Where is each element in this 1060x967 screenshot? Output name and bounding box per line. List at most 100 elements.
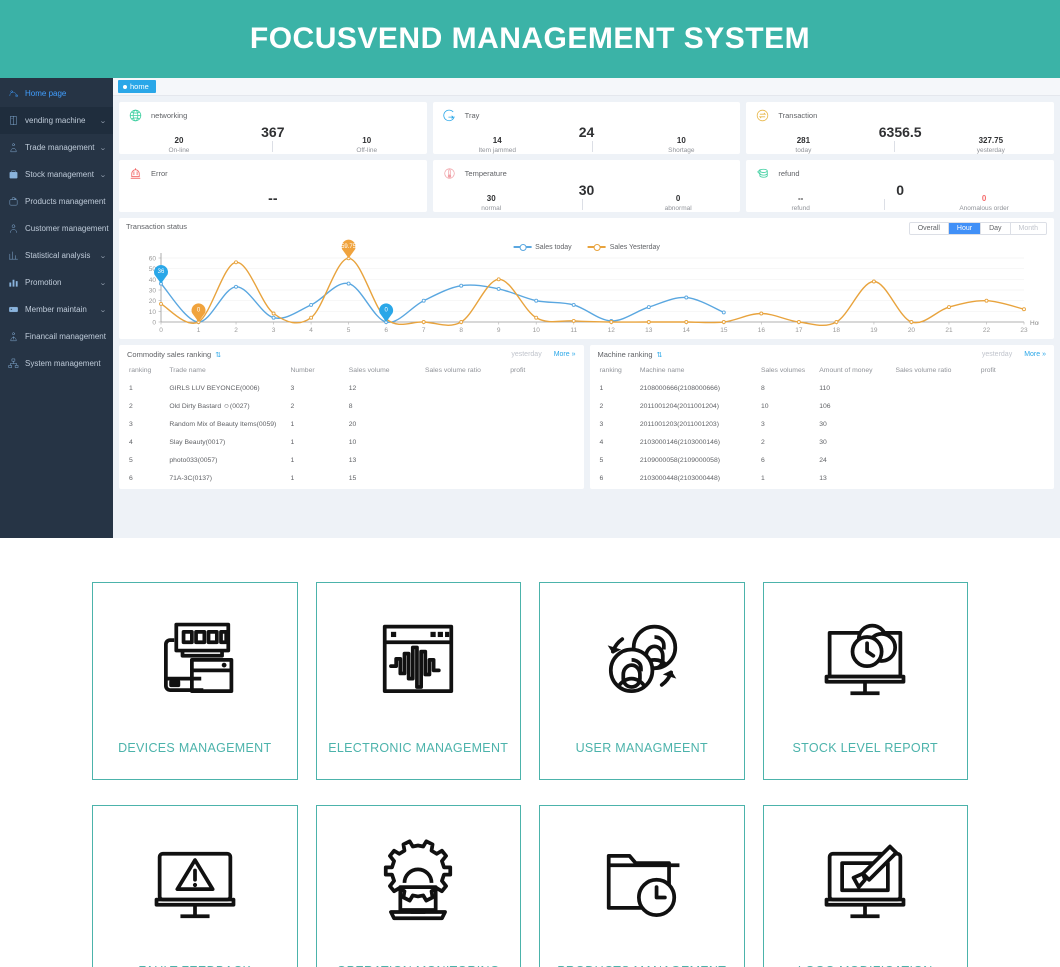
table-row[interactable]: 3 2011001203(2011001203) 3 30 — [598, 415, 1047, 433]
svg-text:11: 11 — [570, 327, 577, 334]
tile-caption: ELECTRONIC MANAGEMENT — [328, 741, 509, 755]
waveform-window-icon — [317, 583, 521, 741]
tile-operation-monitoring[interactable]: OPERATION MONITORING — [315, 805, 521, 967]
table-row[interactable]: 4 Slay Beauty(0017) 1 10 — [127, 433, 576, 451]
svg-text:0: 0 — [152, 320, 156, 327]
tile-devices-management[interactable]: DEVICES MANAGEMENT — [92, 582, 298, 780]
column-header: Trade name — [169, 367, 206, 374]
table-row[interactable]: 1 2108000666(2108000666) 8 110 — [598, 379, 1047, 397]
console-shell: Home page vending machine ⌄ Trade managemen… — [0, 78, 1060, 538]
tile-caption: DEVICES MANAGEMENT — [118, 741, 272, 755]
stat-right-value: 0 — [675, 194, 681, 203]
table-cell — [979, 469, 1046, 487]
ranking-section: Commodity sales ranking ⇅ yesterday More… — [113, 345, 1060, 495]
transaction-status-panel: Transaction status Overall Hour Day Month S… — [119, 218, 1054, 339]
stat-card-networking[interactable]: networking 367 20 On-line 10 Off-line — [119, 102, 427, 154]
tile-fault-feedback[interactable]: FAULT FEEDBACK — [92, 805, 298, 967]
monitor-warning-icon — [93, 806, 297, 964]
stat-left: 20 On-line — [168, 135, 189, 155]
machine-more-link[interactable]: More » — [1024, 351, 1046, 358]
stat-left-value: 30 — [486, 194, 496, 203]
table-cell: 110 — [819, 384, 831, 392]
commodity-period-label: yesterday — [511, 351, 542, 358]
stat-card-tray[interactable]: Tray 24 14 Item jammed 10 Shortage — [432, 102, 741, 155]
stat-right-value: 327.75 — [978, 136, 1004, 145]
sidebar-item-home-page[interactable]: Home page — [0, 80, 113, 107]
commodity-ranking-title: Commodity sales ranking — [127, 350, 212, 359]
stat-card-body: -- — [127, 182, 419, 208]
stat-card-header: Transaction — [754, 107, 1046, 124]
table-row[interactable]: 5 2109000058(2109000058) 6 24 — [598, 451, 1047, 469]
tile-electronic-management[interactable]: ELECTRONIC MANAGEMENT — [315, 582, 521, 780]
feature-tiles: DEVICES MANAGEMENT ELECTRONIC MANAGEMENT — [0, 538, 1060, 967]
table-cell: 6 — [760, 456, 765, 464]
sidebar-item-stock-management[interactable]: Stock management ⌄ — [0, 161, 113, 188]
svg-text:8: 8 — [459, 327, 463, 334]
svg-text:7: 7 — [422, 327, 426, 334]
table-cell: 2011001204(2011001204) — [639, 402, 719, 410]
stat-right-value: 10 — [362, 136, 372, 145]
tile-stock-level-report[interactable]: STOCK LEVEL REPORT — [762, 582, 968, 780]
stat-card-title: Tray — [464, 111, 480, 120]
stat-main-value: -- — [268, 190, 278, 206]
tile-products-management[interactable]: PRODUCTS MANAGEMENT — [539, 805, 745, 967]
stat-card-transaction[interactable]: Transaction 6356.5 281 today 327.75 yest… — [746, 102, 1054, 154]
sidebar-item-statistical-analysis[interactable]: Statistical analysis ⌄ — [0, 242, 113, 269]
column-header: Sales volume ratio — [895, 367, 952, 374]
table-row[interactable]: 6 2103000448(2103000448) 1 13 — [598, 469, 1047, 487]
table-cell — [893, 469, 978, 487]
legend-item[interactable]: Sales Yesterday — [587, 243, 660, 251]
table-row[interactable]: 5 photo033(0057) 1 13 — [127, 451, 576, 469]
sidebar-item-trade-management[interactable]: Trade management ⌄ — [0, 134, 113, 161]
machine-ranking-card: Machine ranking ⇅ yesterday More » ranki… — [589, 345, 1054, 489]
sidebar-item-label: Member maintain — [25, 305, 87, 314]
table-cell: 4 — [599, 438, 604, 446]
table-row[interactable]: 6 71A-3C(0137) 1 15 — [127, 469, 576, 487]
svg-text:9: 9 — [497, 327, 501, 334]
stat-right: 10 Shortage — [668, 135, 694, 155]
svg-text:3: 3 — [272, 327, 276, 334]
sort-icon[interactable]: ⇅ — [657, 351, 663, 359]
tab-home[interactable]: home — [118, 80, 156, 93]
stat-card-temperature[interactable]: Temperature 30 30 normal 0 abnormal — [432, 160, 741, 212]
stat-right-label: Shortage — [668, 147, 695, 154]
table-row[interactable]: 2 2011001204(2011001204) 10 106 — [598, 397, 1047, 415]
tile-logo-modification[interactable]: LOGO MODIFICATION — [762, 805, 968, 967]
stat-card-refund[interactable]: refund 0 -- refund 0 Anomalous order — [746, 160, 1054, 212]
table-row[interactable]: 2 Old Dirty Bastard ☺(0027) 2 8 — [127, 397, 576, 415]
svg-text:10: 10 — [149, 309, 157, 316]
table-row[interactable]: 4 2103000146(2103000146) 2 30 — [598, 433, 1047, 451]
legend-marker-icon — [587, 243, 606, 251]
stat-card-error[interactable]: Error -- — [119, 160, 427, 212]
sidebar-item-promotion[interactable]: Promotion ⌄ — [0, 269, 113, 296]
stat-right-label: yesterday — [976, 147, 1005, 154]
svg-text:15: 15 — [720, 327, 728, 334]
table-cell: 5 — [599, 456, 604, 464]
range-tab-overall[interactable]: Overall — [909, 223, 949, 234]
stat-left-value: 20 — [174, 136, 184, 145]
sidebar-item-member-maintain[interactable]: Member maintain ⌄ — [0, 296, 113, 323]
column-header: Sales volume ratio — [424, 367, 481, 374]
commodity-more-link[interactable]: More » — [554, 351, 576, 358]
range-tab-day[interactable]: Day — [981, 223, 1011, 234]
stat-left: 281 today — [795, 135, 811, 155]
legend-item[interactable]: Sales today — [513, 243, 572, 251]
chevron-down-icon: ⌄ — [99, 252, 107, 260]
app-header: FOCUSVEND MANAGEMENT SYSTEM — [0, 0, 1060, 78]
sidebar-item-system-management[interactable]: System management — [0, 350, 113, 377]
range-tab-hour[interactable]: Hour — [948, 223, 982, 234]
stat-left-value: 281 — [796, 136, 811, 145]
machine-icon — [7, 114, 20, 127]
table-row[interactable]: 1 GIRLS LUV BEYONCE(0006) 3 12 — [127, 379, 576, 397]
sidebar-item-financail-management[interactable]: Financail management — [0, 323, 113, 350]
sidebar-item-customer-management[interactable]: Customer management — [0, 215, 113, 242]
stat-left: 14 Item jammed — [478, 135, 516, 155]
sidebar-item-products-management[interactable]: Products management — [0, 188, 113, 215]
table-row[interactable]: 3 Random Mix of Beauty Items(0059) 1 20 — [127, 415, 576, 433]
sidebar-item-vending-machine[interactable]: vending machine ⌄ — [0, 107, 113, 134]
sidebar-item-label: Statistical analysis — [25, 251, 91, 260]
sort-icon[interactable]: ⇅ — [215, 351, 221, 359]
table-cell: 1 — [290, 456, 295, 464]
svg-text:22: 22 — [983, 327, 991, 334]
tile-user-managmeent[interactable]: USER MANAGMEENT — [539, 582, 745, 780]
